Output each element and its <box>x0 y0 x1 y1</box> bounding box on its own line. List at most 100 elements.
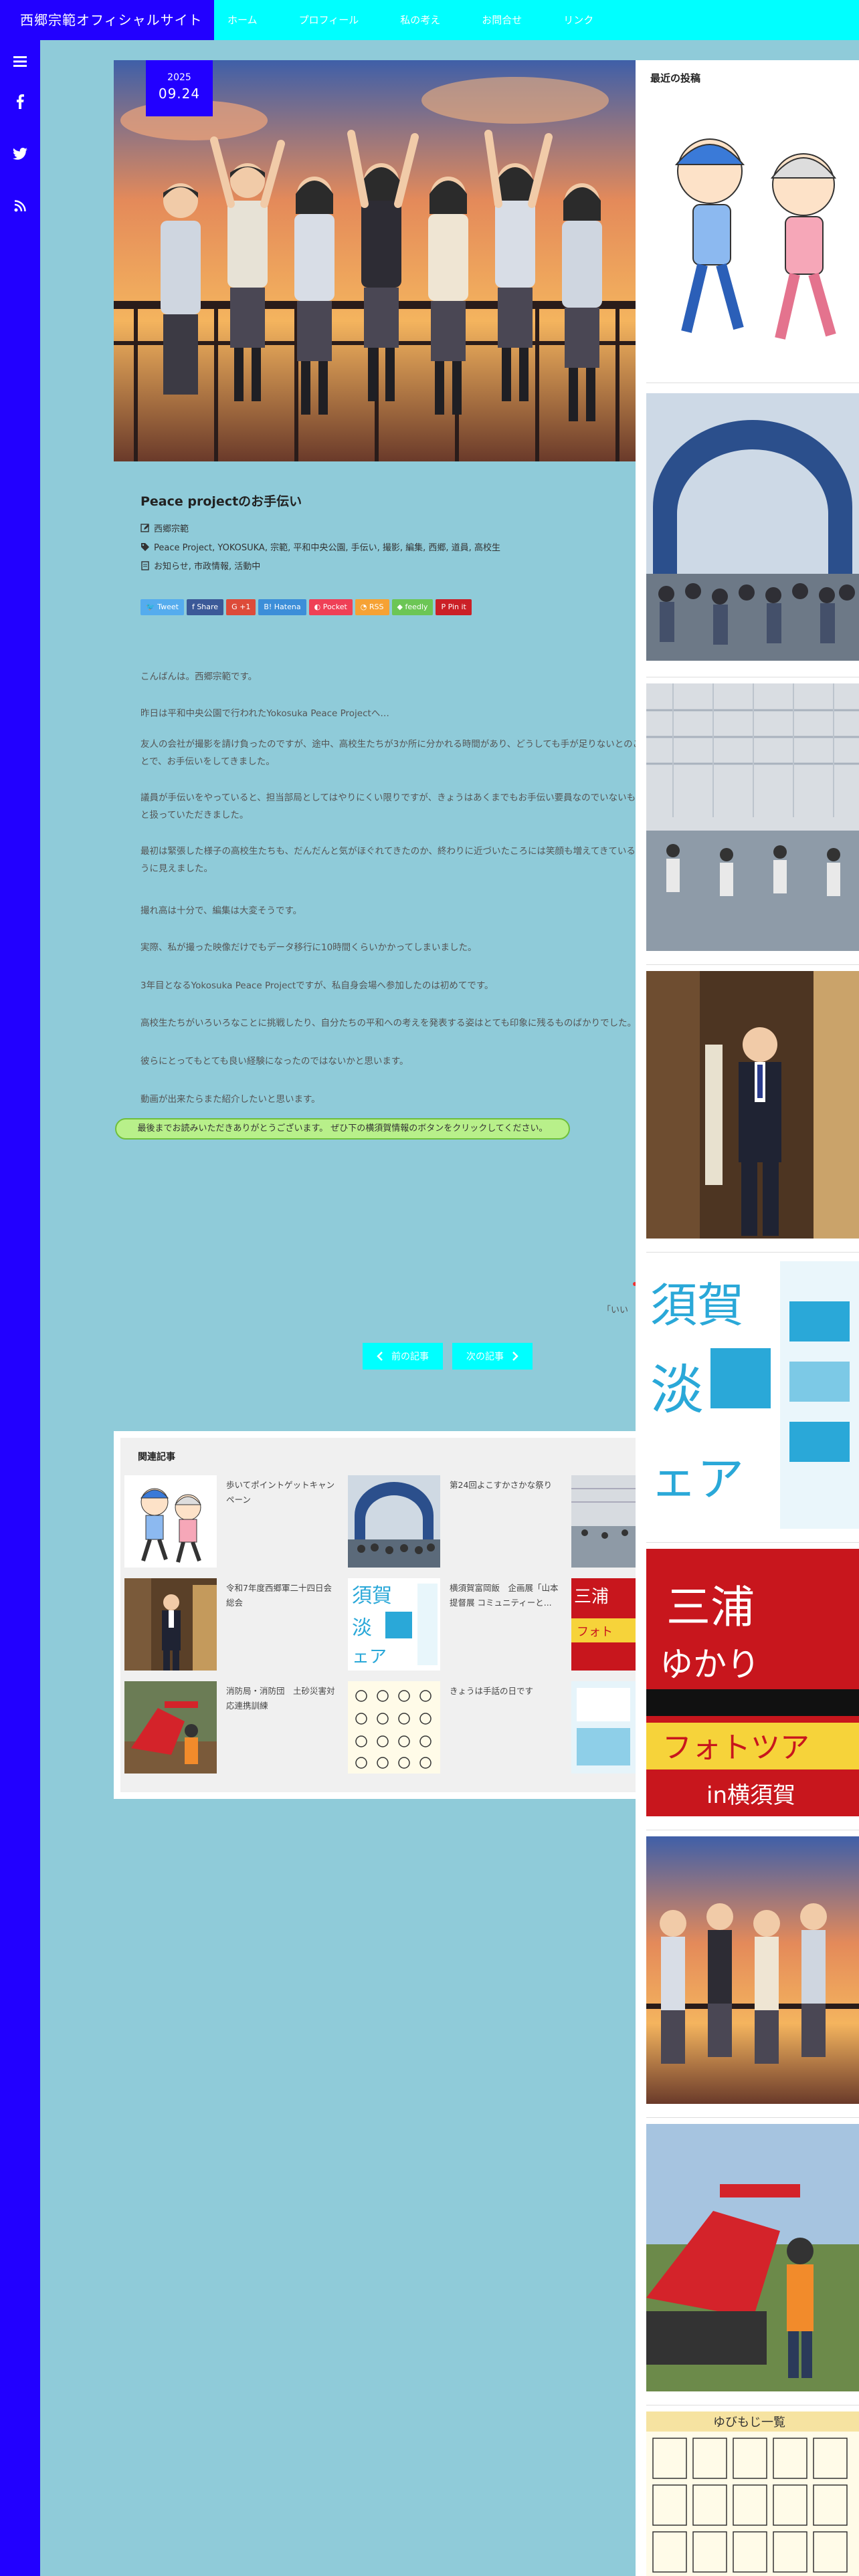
share-buttons: 🐦 Tweet f Share G +1 B! Hatena ◐ Pocket … <box>140 599 474 615</box>
post-pager: 前の記事 次の記事 <box>363 1343 542 1370</box>
divider <box>646 964 859 965</box>
recent-post-thumbnail[interactable] <box>646 971 859 1239</box>
related-item-title[interactable]: きょうは手話の日です <box>450 1684 563 1699</box>
nav-links[interactable]: リンク <box>563 0 593 40</box>
rss-icon: ◔ <box>360 603 369 611</box>
menu-icon[interactable] <box>0 48 40 75</box>
divider <box>646 1542 859 1543</box>
hatena-icon: B! <box>264 603 274 611</box>
related-item[interactable] <box>571 1681 636 1775</box>
date-year: 2025 <box>167 72 191 83</box>
related-item-title[interactable]: 令和7年度西郷軍二十四日会総会 <box>226 1581 340 1610</box>
related-thumbnail <box>571 1681 636 1774</box>
body-paragraph: 彼らにとってもとても良い経験になったのではないかと思います。 <box>140 1056 409 1067</box>
author-name[interactable]: 西郷宗範 <box>154 522 189 534</box>
body-paragraph: 動画が出来たらまた紹介したいと思います。 <box>140 1094 320 1105</box>
share-twitter-button[interactable]: 🐦 Tweet <box>140 599 184 615</box>
svg-text:三浦: 三浦 <box>574 1587 609 1607</box>
share-facebook-button[interactable]: f Share <box>186 599 224 615</box>
date-month-day: 09.24 <box>158 86 201 102</box>
next-post-button[interactable]: 次の記事 <box>452 1343 533 1370</box>
related-item-title[interactable]: 第24回よこすかさかな祭り <box>450 1478 563 1493</box>
top-navigation-bar: 西郷宗範オフィシャルサイト ホーム プロフィール 私の考え お問合せ リンク <box>0 0 859 40</box>
feedly-icon: ◆ <box>397 603 405 611</box>
facebook-icon[interactable] <box>0 88 40 115</box>
related-thumbnail <box>348 1681 440 1774</box>
post-author: 西郷宗範 <box>140 522 189 534</box>
related-thumbnail: 須賀淡ェア <box>348 1578 440 1671</box>
folder-icon <box>141 560 149 570</box>
prev-post-button[interactable]: 前の記事 <box>363 1343 443 1370</box>
post-title: Peace projectのお手伝い <box>140 494 302 509</box>
like-text: 「いい <box>602 1305 629 1315</box>
share-rss-button[interactable]: ◔ RSS <box>355 599 389 615</box>
related-item[interactable]: きょうは手話の日です <box>348 1681 569 1775</box>
recent-post-thumbnail[interactable]: ゆびもじ一覧 <box>646 2411 859 2576</box>
recent-post-thumbnail[interactable] <box>646 683 859 951</box>
share-hatena-button[interactable]: B! Hatena <box>258 599 306 615</box>
divider <box>646 2117 859 2118</box>
chevron-right-icon <box>512 1352 518 1361</box>
recent-post-thumbnail[interactable]: 三浦ゆかりフォトツア in横須賀 <box>646 1549 859 1816</box>
svg-text:三浦: 三浦 <box>666 1582 755 1633</box>
related-item[interactable]: 三浦 フォト <box>571 1578 636 1672</box>
share-pocket-button[interactable]: ◐ Pocket <box>308 599 353 615</box>
body-paragraph: 実際、私が撮った映像だけでもデータ移行に10時間くらいかかってしまいました。 <box>140 942 477 953</box>
svg-text:フォト: フォト <box>577 1625 613 1639</box>
twitter-icon: 🐦 <box>146 603 158 611</box>
recent-post-thumbnail[interactable]: 須賀淡ェア <box>646 1261 859 1529</box>
related-item[interactable] <box>571 1475 636 1569</box>
body-paragraph: 最初は緊張した様子の高校生たちも、だんだんと気がほぐれてきたのか、終わりに近づい… <box>140 846 645 874</box>
related-item-title[interactable]: 横須賀富岡飯 企画展「山本提督展 コミュニティーと... <box>450 1581 563 1610</box>
body-paragraph: 昨日は平和中央公園で行われたYokosuka Peace Projectへ… <box>140 708 389 719</box>
related-item[interactable]: 須賀淡ェア 横須賀富岡飯 企画展「山本提督展 コミュニティーと... <box>348 1578 569 1672</box>
nav-home[interactable]: ホーム <box>227 0 258 40</box>
article: 2025 09.24 Peace projectのお手伝い 西郷宗範 Peace… <box>114 60 645 1411</box>
nav-profile[interactable]: プロフィール <box>299 0 359 40</box>
post-tags: Peace Project, YOKOSUKA, 宗範, 平和中央公園, 手伝い… <box>140 540 500 553</box>
related-item[interactable]: 消防局・消防団 土砂災害対応連携訓練 <box>124 1681 345 1775</box>
svg-text:ェア: ェア <box>352 1647 387 1667</box>
nav-contact[interactable]: お問合せ <box>482 0 522 40</box>
svg-text:フォトツア: フォトツア <box>662 1731 809 1765</box>
category-list[interactable]: お知らせ, 市政情報, 活動中 <box>154 559 260 572</box>
share-pinterest-button[interactable]: P Pin it <box>436 599 472 615</box>
rss-icon[interactable] <box>0 193 40 219</box>
tag-list[interactable]: Peace Project, YOKOSUKA, 宗範, 平和中央公園, 手伝い… <box>154 540 500 553</box>
share-googleplus-button[interactable]: G +1 <box>226 599 256 615</box>
related-item[interactable]: 令和7年度西郷軍二十四日会総会 <box>124 1578 345 1672</box>
related-thumbnail <box>124 1475 217 1568</box>
svg-text:須賀: 須賀 <box>352 1584 392 1608</box>
recent-post-thumbnail[interactable] <box>646 2124 859 2391</box>
facebook-icon: f <box>191 603 197 611</box>
pocket-icon: ◐ <box>314 603 323 611</box>
divider <box>646 1252 859 1253</box>
related-thumbnail <box>571 1475 636 1568</box>
svg-text:淡: 淡 <box>650 1359 704 1421</box>
chevron-left-icon <box>377 1352 383 1361</box>
recent-post-thumbnail[interactable] <box>646 393 859 661</box>
body-paragraph: 高校生たちがいろいろなことに挑戦したり、自分たちの平和への考えを発表する姿はとて… <box>140 1018 637 1029</box>
body-paragraph: 議員が手伝いをやっていると、担当部局としてはやりにくい限りですが、きょうはあくま… <box>140 792 645 821</box>
related-item[interactable]: 第24回よこすかさかな祭り <box>348 1475 569 1569</box>
main-nav: ホーム プロフィール 私の考え お問合せ リンク <box>227 0 635 40</box>
related-posts-title: 関連記事 <box>138 1452 175 1463</box>
svg-text:淡: 淡 <box>352 1616 372 1640</box>
svg-text:ゆかり: ゆかり <box>660 1645 760 1684</box>
related-item-title[interactable]: 消防局・消防団 土砂災害対応連携訓練 <box>226 1684 340 1713</box>
related-thumbnail <box>348 1475 440 1568</box>
body-paragraph: 3年目となるYokosuka Peace Projectですが、私自身会場へ参加… <box>140 980 494 991</box>
svg-text:須賀: 須賀 <box>650 1278 744 1333</box>
related-item-title[interactable]: 歩いてポイントゲットキャンペーン <box>226 1478 340 1507</box>
related-posts: 関連記事 歩いてポイントゲットキャンペーン 第24回よこすかさかな祭り 令和7年… <box>114 1431 636 1799</box>
site-title[interactable]: 西郷宗範オフィシャルサイト <box>0 0 214 40</box>
svg-text:in横須賀: in横須賀 <box>706 1782 795 1809</box>
share-feedly-button[interactable]: ◆ feedly <box>391 599 434 615</box>
related-item[interactable]: 歩いてポイントゲットキャンペーン <box>124 1475 345 1569</box>
recent-post-thumbnail[interactable] <box>646 1836 859 2104</box>
recent-post-thumbnail[interactable] <box>646 98 859 365</box>
recent-posts-title: 最近の投稿 <box>650 72 701 84</box>
twitter-icon[interactable] <box>0 140 40 167</box>
nav-opinion[interactable]: 私の考え <box>400 0 440 40</box>
tag-icon <box>141 542 149 551</box>
